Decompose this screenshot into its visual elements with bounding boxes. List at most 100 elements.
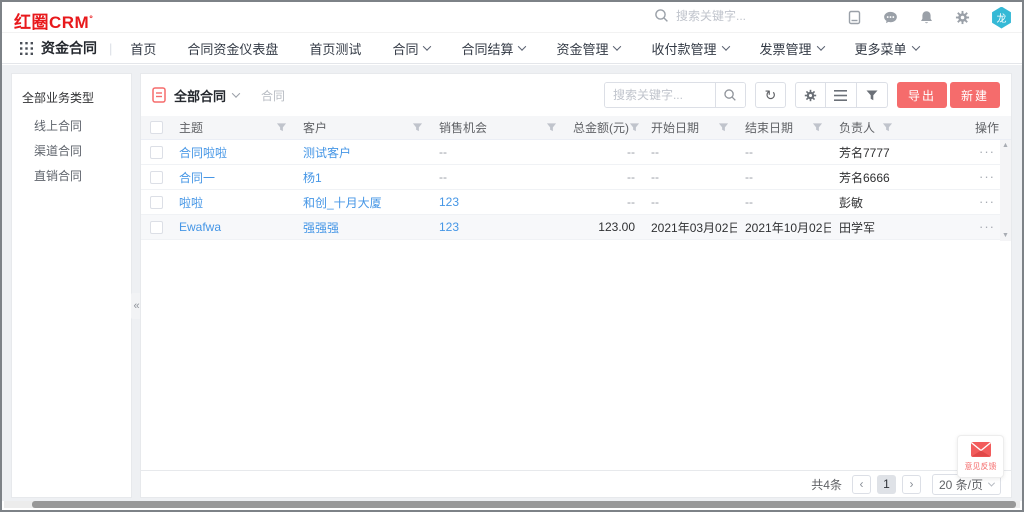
search-icon[interactable] — [715, 83, 745, 107]
total-count: 共4条 — [811, 476, 842, 493]
select-all-checkbox[interactable] — [141, 121, 171, 134]
notebook-icon[interactable] — [847, 10, 862, 25]
nav-item-fund-management[interactable]: 资金管理 — [556, 39, 620, 58]
column-settings-icon[interactable] — [795, 82, 826, 108]
nav-item-contract-settlement[interactable]: 合同结算 — [461, 39, 525, 58]
sidebar-item-all-types[interactable]: 全部业务类型 — [22, 89, 131, 106]
nav-item-invoices[interactable]: 发票管理 — [760, 39, 824, 58]
start-date-cell: -- — [643, 170, 737, 184]
apps-grid-icon[interactable] — [20, 42, 33, 55]
customer-link[interactable]: 强强强 — [295, 219, 431, 236]
next-page-button[interactable]: › — [902, 475, 921, 494]
row-more-icon[interactable]: ··· — [979, 172, 995, 182]
filter-icon[interactable] — [546, 122, 557, 133]
gear-icon[interactable] — [955, 10, 970, 25]
subject-link[interactable]: 啦啦 — [171, 194, 295, 211]
customer-link[interactable]: 杨1 — [295, 169, 431, 186]
feedback-label: 意见反馈 — [965, 461, 997, 472]
subject-link[interactable]: 合同啦啦 — [171, 144, 295, 161]
filter-icon[interactable] — [718, 122, 729, 133]
filter-icon[interactable] — [276, 122, 287, 133]
list-toolbar: 全部合同 合同 ↻ — [141, 74, 1011, 116]
sidebar-item-online-contract[interactable]: 线上合同 — [22, 113, 131, 138]
owner-cell: 田学军 — [831, 219, 901, 236]
sidebar-item-channel-contract[interactable]: 渠道合同 — [22, 138, 131, 163]
filter-icon[interactable] — [412, 122, 423, 133]
chevron-down-icon — [518, 42, 526, 50]
table-vertical-scrollbar[interactable]: ▲ ▼ — [1000, 140, 1011, 241]
nav-item-contract[interactable]: 合同 — [392, 39, 430, 58]
chevron-down-icon — [911, 42, 919, 50]
row-checkbox[interactable] — [141, 196, 171, 209]
row-checkbox[interactable] — [141, 171, 171, 184]
chevron-down-icon — [613, 42, 621, 50]
table-row[interactable]: 啦啦 和创_十月大厦 123 -- -- -- 彭敏 ··· — [141, 190, 1011, 215]
brand-logo: 红圈CRM° — [14, 8, 93, 33]
view-selector[interactable]: 全部合同 — [174, 86, 239, 105]
global-search[interactable] — [654, 8, 764, 23]
table-row[interactable]: 合同啦啦 测试客户 -- -- -- -- 芳名7777 ··· — [141, 140, 1011, 165]
column-header-actions: 操作 — [963, 119, 1011, 136]
nav-item-home-test[interactable]: 首页测试 — [309, 39, 361, 58]
bell-icon[interactable] — [919, 10, 934, 25]
chevron-down-icon — [232, 89, 240, 97]
module-title[interactable]: 资金合同 — [41, 38, 97, 58]
column-header-owner: 负责人 — [839, 119, 875, 136]
filter-icon[interactable] — [857, 82, 888, 108]
nav-item-dashboard[interactable]: 合同资金仪表盘 — [187, 39, 278, 58]
nav-item-payments[interactable]: 收付款管理 — [651, 39, 728, 58]
horizontal-scrollbar-thumb[interactable] — [32, 501, 1016, 508]
user-avatar[interactable]: 龙 — [991, 7, 1012, 29]
owner-cell: 彭敏 — [831, 194, 901, 211]
opportunity-link[interactable]: 123 — [431, 195, 565, 209]
filter-icon[interactable] — [629, 122, 640, 133]
export-button[interactable]: 导出 — [897, 82, 947, 108]
row-more-icon[interactable]: ··· — [979, 222, 995, 232]
feedback-button[interactable]: 意见反馈 — [957, 435, 1004, 478]
nav-item-home[interactable]: 首页 — [130, 39, 156, 58]
filter-icon[interactable] — [812, 122, 823, 133]
chevron-down-icon — [988, 479, 995, 486]
body-area: 全部业务类型 线上合同 渠道合同 直销合同 « 全部合同 合同 — [2, 65, 1022, 501]
customer-link[interactable]: 和创_十月大厦 — [295, 194, 431, 211]
refresh-icon[interactable]: ↻ — [755, 82, 786, 108]
opportunity-link[interactable]: 123 — [431, 220, 565, 234]
row-checkbox[interactable] — [141, 221, 171, 234]
customer-link[interactable]: 测试客户 — [295, 144, 431, 161]
contracts-table: 主题 客户 销售机会 总金额(元) 开始日期 结束日期 负责人 操作 合同啦啦 … — [141, 116, 1011, 470]
subject-link[interactable]: 合同一 — [171, 169, 295, 186]
filter-icon[interactable] — [882, 122, 893, 133]
owner-cell: 芳名7777 — [831, 144, 901, 161]
column-header-customer: 客户 — [303, 119, 327, 136]
column-header-end-date: 结束日期 — [745, 119, 793, 136]
prev-page-button[interactable]: ‹ — [852, 475, 871, 494]
table-row[interactable]: 合同一 杨1 -- -- -- -- 芳名6666 ··· — [141, 165, 1011, 190]
search-icon — [654, 8, 669, 23]
current-page[interactable]: 1 — [877, 475, 896, 494]
start-date-cell: -- — [643, 195, 737, 209]
list-view-icon[interactable] — [826, 82, 857, 108]
row-checkbox[interactable] — [141, 146, 171, 159]
nav-divider: | — [109, 41, 112, 56]
global-search-input[interactable] — [676, 9, 762, 23]
subject-link[interactable]: Ewafwa — [171, 220, 295, 234]
opportunity-cell: -- — [431, 170, 565, 184]
list-search-input[interactable] — [605, 83, 715, 107]
scroll-up-icon[interactable]: ▲ — [1002, 140, 1009, 151]
amount-cell: -- — [565, 170, 643, 184]
row-more-icon[interactable]: ··· — [979, 147, 995, 157]
amount-cell: -- — [565, 145, 643, 159]
row-more-icon[interactable]: ··· — [979, 197, 995, 207]
create-button[interactable]: 新建 — [950, 82, 1000, 108]
chevron-down-icon — [721, 42, 729, 50]
sidebar-item-direct-contract[interactable]: 直销合同 — [22, 163, 131, 188]
nav-item-more-menu[interactable]: 更多菜单 — [855, 39, 919, 58]
chat-icon[interactable] — [883, 10, 898, 25]
scroll-down-icon[interactable]: ▼ — [1002, 230, 1009, 241]
top-header: 红圈CRM° 龙 — [2, 2, 1022, 33]
start-date-cell: 2021年03月02日 — [643, 219, 737, 236]
app-window: 红圈CRM° 龙 资金合同 | — [0, 0, 1024, 512]
table-row[interactable]: Ewafwa 强强强 123 123.00 2021年03月02日 2021年1… — [141, 215, 1011, 240]
end-date-cell: 2021年10月02日 — [737, 219, 831, 236]
column-header-amount: 总金额(元) — [573, 119, 629, 136]
